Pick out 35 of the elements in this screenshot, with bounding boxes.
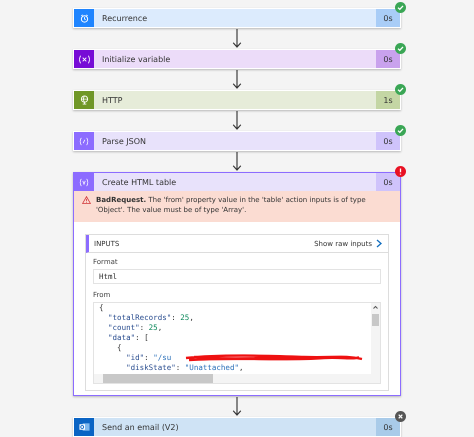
braces-icon	[79, 136, 89, 146]
duration-label: 0s	[376, 132, 400, 150]
action-title: Create HTML table	[101, 178, 178, 186]
action-title: Initialize variable	[101, 54, 172, 64]
action-title: HTTP	[101, 96, 124, 104]
flow-arrow	[232, 111, 242, 130]
duration-label: 0s	[376, 9, 400, 27]
action-card[interactable]: Recurrence 0s	[73, 8, 401, 28]
action-title: Parse JSON	[101, 136, 148, 146]
flow-arrow	[232, 152, 242, 171]
duration-label: 0s	[376, 418, 400, 436]
duration-label: 0s	[376, 50, 400, 68]
duration-label: 1s	[376, 91, 400, 109]
chevron-right-icon[interactable]	[376, 239, 382, 248]
action-card[interactable]: Initialize variable 0s	[73, 49, 401, 69]
duration-label: 0s	[376, 173, 400, 191]
flow-arrow	[232, 397, 242, 416]
action-card[interactable]: HTTP 1s	[73, 90, 401, 110]
braces-icon	[79, 178, 89, 186]
scroll-thumb[interactable]	[372, 314, 379, 326]
scroll-thumb[interactable]	[103, 374, 213, 383]
flow-arrow	[232, 29, 242, 48]
action-title: Recurrence	[101, 14, 148, 22]
action-card[interactable]	[73, 172, 401, 396]
warning-icon	[82, 196, 91, 204]
flow-arrow	[232, 70, 242, 89]
action-card[interactable]: Send an email (V2) 0s	[73, 417, 401, 437]
mail-app-icon	[78, 422, 90, 432]
action-title: Send an email (V2)	[101, 422, 180, 432]
action-card[interactable]: Parse JSON 0s	[73, 131, 401, 151]
globe-icon	[80, 95, 88, 105]
horizontal-scrollbar[interactable]	[94, 374, 380, 383]
variable-icon	[78, 54, 90, 64]
vertical-scrollbar[interactable]	[371, 303, 380, 374]
alarm-clock-icon	[80, 14, 88, 22]
